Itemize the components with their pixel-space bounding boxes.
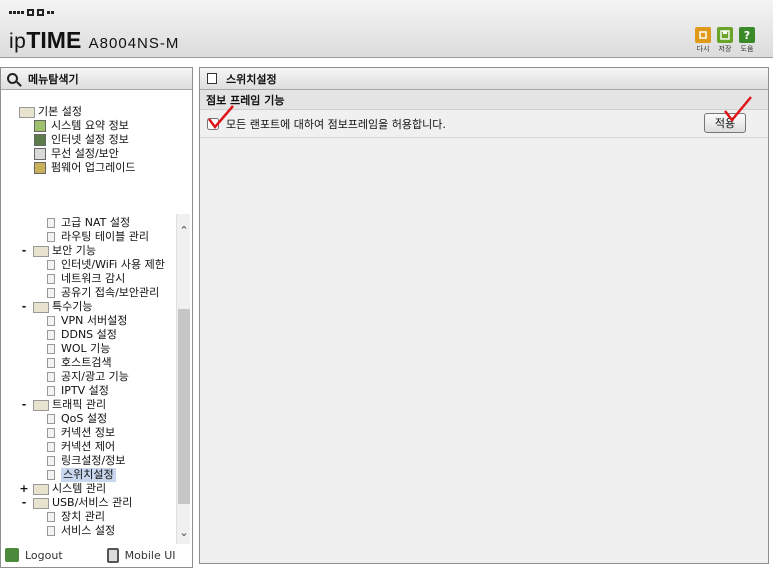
tree-folder-basic[interactable]: 기본 설정 [19, 105, 82, 119]
chart-folder-icon [33, 483, 49, 495]
tree-item-wireless[interactable]: 무선 설정/보안 [34, 147, 119, 161]
tree-item-iptv[interactable]: IPTV 설정 [47, 384, 109, 398]
tree-item-device-management[interactable]: 장치 관리 [47, 510, 105, 524]
collapse-toggle[interactable]: - [19, 244, 29, 258]
tree-item-routing[interactable]: 라우팅 테이블 관리 [47, 230, 149, 244]
tree-item-connection-control[interactable]: 커넥션 제어 [47, 440, 115, 454]
page-icon [47, 428, 55, 438]
content-panel: 스위치설정 점보 프레임 기능 모든 랜포트에 대하여 점보프레임을 허용합니다… [199, 67, 769, 564]
page-icon [47, 414, 55, 424]
scrollbar-thumb[interactable] [178, 309, 190, 504]
mail-folder-icon [33, 399, 49, 411]
content-header: 스위치설정 [200, 68, 768, 90]
tree-item-qos[interactable]: QoS 설정 [47, 412, 107, 426]
lock-folder-icon [33, 245, 49, 257]
logo-dots [9, 9, 54, 16]
tree-item-service-settings[interactable]: 서비스 설정 [47, 524, 115, 538]
left-footer: Logout Mobile UI [1, 543, 192, 567]
folder-icon [19, 106, 35, 118]
page-icon [47, 232, 55, 242]
tree-item-host-search[interactable]: 호스트검색 [47, 356, 112, 370]
tree-item-notice-ad[interactable]: 공지/광고 기능 [47, 370, 129, 384]
help-icon: ? [739, 27, 755, 43]
mobile-icon [106, 547, 119, 563]
refresh-button[interactable]: 다시 [692, 27, 714, 54]
upgrade-icon [34, 162, 46, 174]
tree-item-firmware[interactable]: 펌웨어 업그레이드 [34, 161, 135, 175]
page-icon [47, 344, 55, 354]
jumbo-frame-row: 모든 랜포트에 대하여 점보프레임을 허용합니다. 적용 [200, 110, 768, 138]
help-button[interactable]: ? 도움 [736, 27, 758, 54]
refresh-icon [695, 27, 711, 43]
mobile-ui-link[interactable]: Mobile UI [106, 547, 176, 563]
jumbo-frame-label: 모든 랜포트에 대하여 점보프레임을 허용합니다. [226, 117, 446, 131]
tree-item-system-summary[interactable]: 시스템 요약 정보 [34, 119, 129, 133]
page-icon [47, 330, 55, 340]
page-icon [47, 288, 55, 298]
menu-explorer-header: 메뉴탐색기 [1, 68, 192, 90]
collapse-toggle[interactable]: - [19, 300, 29, 314]
scroll-down-icon[interactable]: ⌄ [177, 526, 191, 540]
tree-folder-system[interactable]: + 시스템 관리 [19, 482, 106, 496]
tree-item-vpn[interactable]: VPN 서버설정 [47, 314, 127, 328]
help-label: 도움 [740, 45, 754, 53]
section-title: 점보 프레임 기능 [200, 90, 768, 110]
tree-folder-traffic[interactable]: - 트래픽 관리 [19, 398, 106, 412]
chart-icon [34, 120, 46, 132]
model-name: A8004NS-M [88, 35, 180, 52]
tree-item-switch-settings[interactable]: 스위치설정 [47, 468, 116, 482]
page-icon [47, 316, 55, 326]
scroll-up-icon[interactable]: ⌃ [177, 224, 191, 238]
logout-icon [5, 548, 19, 562]
page-icon [47, 358, 55, 368]
selected-label: 스위치설정 [61, 468, 116, 482]
page-icon [47, 274, 55, 284]
page-icon [47, 260, 55, 270]
tree-folder-special[interactable]: - 특수기능 [19, 300, 93, 314]
page-icon [47, 526, 55, 536]
collapse-toggle[interactable]: - [19, 398, 29, 412]
monitor-icon [34, 134, 46, 146]
tree-item-network-monitor[interactable]: 네트워크 감시 [47, 272, 125, 286]
tree-folder-security[interactable]: - 보안 기능 [19, 244, 96, 258]
tree-item-ddns[interactable]: DDNS 설정 [47, 328, 117, 342]
tree-item-usage-limit[interactable]: 인터넷/WiFi 사용 제한 [47, 258, 165, 272]
page-icon [47, 218, 55, 228]
page-icon [47, 372, 55, 382]
page-icon [47, 386, 55, 396]
folder-icon [33, 301, 49, 313]
annotation-check-icon [724, 96, 752, 122]
logout-link[interactable]: Logout [1, 548, 63, 562]
menu-explorer-title: 메뉴탐색기 [28, 72, 79, 86]
expand-toggle[interactable]: + [19, 482, 29, 496]
tree-item-nat[interactable]: 고급 NAT 설정 [47, 216, 130, 230]
tree-item-wol[interactable]: WOL 기능 [47, 342, 110, 356]
brand-logo: ipTIME A8004NS-M [9, 27, 180, 53]
page-icon [47, 456, 55, 466]
usb-folder-icon [33, 497, 49, 509]
tree-item-link-settings[interactable]: 링크설정/정보 [47, 454, 125, 468]
document-icon [204, 70, 217, 84]
tree-item-connection-info[interactable]: 커넥션 정보 [47, 426, 115, 440]
tree-scrollbar[interactable]: ⌃ ⌄ [176, 214, 190, 544]
tree-item-internet-settings[interactable]: 인터넷 설정 정보 [34, 133, 129, 147]
refresh-label: 다시 [696, 45, 710, 53]
tree-item-access-security[interactable]: 공유기 접속/보안관리 [47, 286, 159, 300]
header-bar: ipTIME A8004NS-M 다시 저장 ? 도움 [0, 0, 773, 58]
save-label: 저장 [718, 45, 732, 53]
page-icon [47, 442, 55, 452]
tree-folder-usb[interactable]: - USB/서비스 관리 [19, 496, 133, 510]
menu-explorer-panel: 메뉴탐색기 기본 설정 시스템 요약 정보 인터넷 설정 정보 무선 설정/보안… [0, 67, 193, 568]
save-button[interactable]: 저장 [714, 27, 736, 54]
wireless-icon [34, 148, 46, 160]
search-icon [7, 73, 18, 84]
save-icon [717, 27, 733, 43]
page-icon [47, 470, 55, 480]
collapse-toggle[interactable]: - [19, 496, 29, 510]
annotation-check-icon [208, 105, 234, 129]
page-title: 스위치설정 [226, 72, 277, 86]
page-icon [47, 512, 55, 522]
